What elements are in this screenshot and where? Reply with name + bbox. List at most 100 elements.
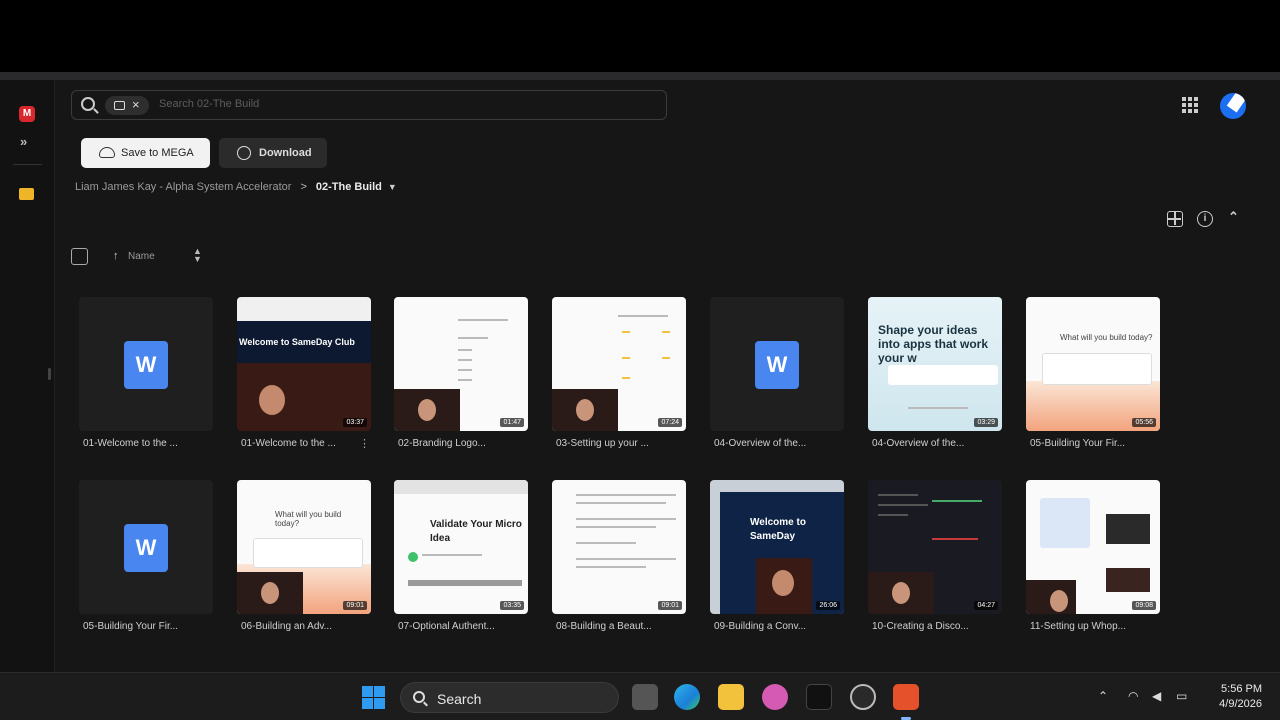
screen-top-bar — [0, 0, 1280, 72]
file-name: 11-Setting up Whop... — [1030, 621, 1126, 632]
chat-app-icon[interactable] — [850, 684, 876, 710]
search-icon — [413, 691, 425, 703]
volume-icon[interactable]: ◀ — [1152, 689, 1161, 703]
edge-browser-icon[interactable] — [674, 684, 700, 710]
grid-view-icon[interactable] — [1167, 211, 1183, 227]
folder-icon[interactable] — [19, 188, 34, 200]
video-duration: 03:37 — [343, 418, 367, 427]
video-duration: 03:35 — [500, 601, 524, 610]
video-duration: 05:56 — [1132, 418, 1156, 427]
apps-grid-icon[interactable] — [1182, 97, 1198, 113]
word-doc-icon: W — [755, 341, 799, 389]
battery-icon[interactable]: ▭ — [1176, 689, 1187, 703]
download-button[interactable]: Download — [219, 138, 327, 168]
chevron-up-icon[interactable]: ⌃ — [1098, 689, 1108, 703]
save-to-mega-button[interactable]: Save to MEGA — [81, 138, 210, 168]
sort-toggle-icon[interactable]: ▲ ▼ — [193, 247, 202, 264]
app-brain-icon[interactable] — [762, 684, 788, 710]
resize-handle[interactable] — [48, 368, 51, 380]
window-top-border — [0, 72, 1280, 80]
file-name: 05-Building Your Fir... — [1030, 438, 1126, 449]
breadcrumb-separator: > — [300, 181, 307, 193]
clock-time: 5:56 PM — [1221, 683, 1262, 695]
windows-start-icon[interactable] — [362, 686, 385, 709]
file-thumbnail[interactable]: Welcome to SameDay 26:06 — [710, 480, 844, 614]
file-name: 05-Building Your Fir... — [83, 621, 179, 632]
wifi-icon[interactable]: ◠ — [1128, 689, 1138, 703]
file-name: 01-Welcome to the ... — [241, 438, 336, 449]
file-name: 04-Overview of the... — [872, 438, 965, 449]
video-headline: What will you build today? — [1060, 333, 1153, 342]
file-thumbnail[interactable]: Validate Your Micro Idea 03:35 — [394, 480, 528, 614]
file-name: 04-Overview of the... — [714, 438, 807, 449]
cloud-upload-icon — [99, 147, 115, 158]
video-headline: Shape your ideas into apps that work you… — [878, 323, 989, 365]
taskbar-search[interactable]: Search — [400, 682, 619, 713]
rail-divider — [13, 164, 42, 165]
folder-icon — [114, 101, 125, 110]
breadcrumb-current[interactable]: 02-The Build — [316, 181, 382, 193]
file-thumbnail[interactable]: 04:27 — [868, 480, 1002, 614]
mega-logo-icon[interactable]: M — [19, 106, 35, 122]
file-thumbnail[interactable]: W — [79, 297, 213, 431]
video-duration: 09:08 — [1132, 601, 1156, 610]
file-thumbnail[interactable]: W — [710, 297, 844, 431]
task-view-icon[interactable] — [632, 684, 658, 710]
save-label: Save to MEGA — [121, 147, 194, 159]
breadcrumb-parent[interactable]: Liam James Kay - Alpha System Accelerato… — [75, 181, 291, 193]
file-thumbnail[interactable]: What will you build today? 09:01 — [237, 480, 371, 614]
info-icon[interactable]: i — [1197, 211, 1213, 227]
folder-filter-chip[interactable]: × — [105, 96, 149, 115]
video-headline: What will you build today? — [275, 510, 342, 528]
sort-ascending-icon[interactable]: ↑ — [113, 250, 119, 262]
video-duration: 07:24 — [658, 418, 682, 427]
word-doc-icon: W — [124, 524, 168, 572]
word-doc-icon: W — [124, 341, 168, 389]
system-clock[interactable]: 5:56 PM 4/9/2026 — [1210, 682, 1262, 712]
brave-browser-icon[interactable] — [893, 684, 919, 720]
file-thumbnail[interactable]: 09:01 — [552, 480, 686, 614]
file-name: 03-Setting up your ... — [556, 438, 649, 449]
download-label: Download — [259, 147, 312, 159]
expand-sidebar-icon[interactable]: » — [20, 134, 27, 149]
video-duration: 09:01 — [343, 601, 367, 610]
breadcrumb: Liam James Kay - Alpha System Accelerato… — [75, 181, 397, 193]
video-headline: Validate Your Micro Idea — [430, 519, 522, 544]
search-input[interactable]: Search 02-The Build — [159, 98, 259, 110]
file-explorer-icon[interactable] — [718, 684, 744, 710]
video-duration: 04:27 — [974, 601, 998, 610]
more-options-icon[interactable]: ⋮ — [359, 437, 370, 450]
video-duration: 01:47 — [500, 418, 524, 427]
chevron-down-icon[interactable]: ▼ — [388, 182, 397, 192]
video-duration: 09:01 — [658, 601, 682, 610]
clock-date: 4/9/2026 — [1219, 698, 1262, 710]
taskbar-search-label: Search — [437, 691, 482, 707]
sort-label[interactable]: Name — [128, 251, 155, 262]
file-thumbnail[interactable]: 01:47 — [394, 297, 528, 431]
mega-app-window: M » × Search 02-The Build Save to MEGA D… — [0, 80, 1280, 672]
collapse-icon[interactable]: ⌃ — [1228, 209, 1239, 225]
video-duration: 26:06 — [816, 601, 840, 610]
avatar[interactable] — [1220, 93, 1246, 119]
file-name: 09-Building a Conv... — [714, 621, 807, 632]
close-icon[interactable]: × — [132, 97, 140, 112]
file-name: 06-Building an Adv... — [241, 621, 332, 632]
file-name: 07-Optional Authent... — [398, 621, 495, 632]
tradingview-icon[interactable] — [806, 684, 832, 710]
file-thumbnail[interactable]: Welcome to SameDay Club 03:37 — [237, 297, 371, 431]
file-thumbnail[interactable]: W — [79, 480, 213, 614]
side-rail: M » — [0, 80, 55, 672]
file-thumbnail[interactable]: 09:08 — [1026, 480, 1160, 614]
search-bar[interactable]: × Search 02-The Build — [71, 90, 667, 120]
file-name: 10-Creating a Disco... — [872, 621, 969, 632]
file-name: 08-Building a Beaut... — [556, 621, 652, 632]
file-thumbnail[interactable]: What will you build today? 05:56 — [1026, 297, 1160, 431]
download-icon — [237, 146, 251, 160]
select-all-checkbox[interactable] — [71, 248, 88, 265]
file-thumbnail[interactable]: 07:24 — [552, 297, 686, 431]
search-icon — [81, 97, 95, 111]
file-name: 02-Branding Logo... — [398, 438, 486, 449]
windows-taskbar: Search ⌃ ◠ ◀ ▭ 5:56 PM 4/9/2026 — [0, 672, 1280, 720]
file-thumbnail[interactable]: Shape your ideas into apps that work you… — [868, 297, 1002, 431]
file-name: 01-Welcome to the ... — [83, 438, 178, 449]
